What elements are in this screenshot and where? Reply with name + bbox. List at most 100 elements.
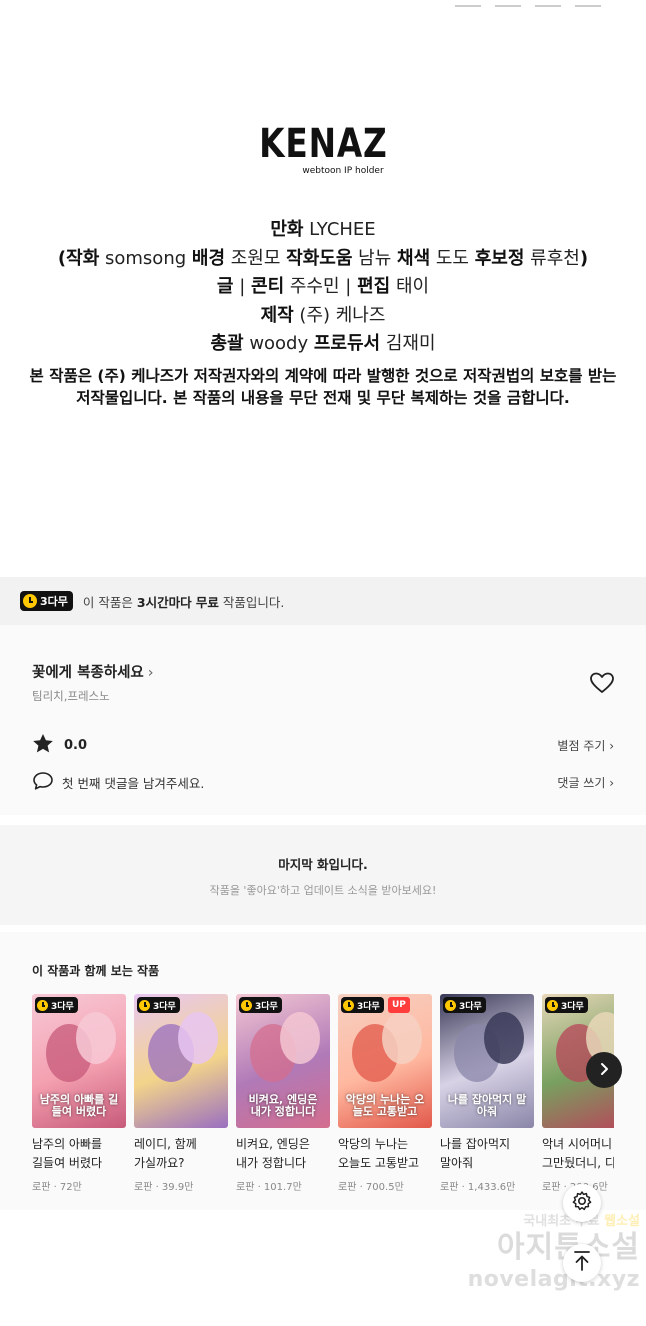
recommendation-card[interactable]: 3다무악녀 시어머니 그만뒀더니, 디로판 · 200.6만 — [542, 994, 614, 1193]
credit-value: 조원모 — [230, 247, 281, 269]
credit-label: 편집 — [357, 276, 391, 297]
recommendation-card[interactable]: 3다무 레이디, 함께 가실까요? 로판 · 39.9만 — [134, 994, 228, 1193]
credit-line-production: 제작 (주) 케나즈 — [0, 302, 646, 331]
clock-icon — [23, 594, 37, 608]
recommendation-title[interactable]: 나를 잡아먹지 말아줘 — [440, 1135, 534, 1173]
credit-label: 만화 — [270, 219, 304, 240]
recommendation-meta: 로판 · 72만 — [32, 1182, 82, 1193]
series-title: 꽃에게 복종하세요 — [32, 665, 144, 681]
credit-line-story: 글 | 콘티 주수민 | 편집 태이 — [0, 273, 646, 302]
clock-icon — [241, 999, 252, 1011]
credit-label: 작화 — [66, 247, 100, 269]
recommendation-title[interactable]: 레이디, 함께 가실까요? — [134, 1135, 228, 1173]
free-info-bold: 3시간마다 무료 — [136, 594, 219, 610]
free-badge-label: 3다무 — [40, 595, 68, 608]
rate-button[interactable]: 별점 주기 › — [557, 737, 614, 754]
credit-label: 후보정 — [474, 247, 525, 269]
recommendation-card[interactable]: 3다무 비켜요, 엔딩은 내가 정합니다 비켜요, 엔딩은 내가 정합니다 로판 · … — [236, 994, 330, 1193]
recommendation-title[interactable]: 악녀 시어머니 그만뒀더니, 디 — [542, 1135, 614, 1173]
recommendation-meta: 로판 · 700.5만 — [338, 1182, 404, 1193]
last-episode-subtitle: 작품을 '좋아요'하고 업데이트 소식을 받아보세요! — [209, 884, 437, 897]
credit-line-manhwa: 만화 LYCHEE — [0, 216, 646, 245]
free-badge: 3다무 — [137, 997, 180, 1013]
comment-prompt: 첫 번째 댓글을 남겨주세요. — [62, 775, 205, 791]
clock-icon — [343, 999, 354, 1011]
free-badge-label: 3다무 — [357, 1001, 380, 1012]
clock-icon — [37, 999, 48, 1011]
clock-icon — [445, 999, 456, 1011]
free-info-pre: 이 작품은 — [82, 594, 133, 610]
watermark-line2: 아지툰소설 — [497, 1230, 640, 1265]
credit-paren: ( — [57, 247, 67, 269]
recommendation-title[interactable]: 악당의 누나는 오늘도 고통받고 — [338, 1135, 432, 1173]
recommendations-section: 이 작품과 함께 보는 작품 3다무 남주의 아빠를 길들여 버렸다 남주의 아빠를… — [0, 932, 646, 1210]
chevron-right-icon — [597, 1061, 611, 1080]
free-badge: 3다무 — [239, 997, 282, 1013]
cover-art-figure — [178, 1012, 218, 1064]
heart-icon[interactable] — [589, 671, 615, 695]
free-badge-label: 3다무 — [255, 1001, 278, 1012]
recommendation-card[interactable]: 3다무 UP 악당의 누나는 오늘도 고통받고악당의 누나는 오늘도 고통받고로판 … — [338, 994, 432, 1193]
site-watermark: 국내최초 무료 웹소설 아지툰소설 novelagit.xyz — [440, 1210, 640, 1293]
write-comment-button[interactable]: 댓글 쓰기 › — [557, 774, 614, 791]
free-badge: 3다무 — [545, 997, 588, 1013]
scroll-to-top-button[interactable] — [563, 1244, 601, 1282]
free-badge: 3다무 — [20, 591, 73, 611]
credit-label: 배경 — [191, 247, 226, 269]
arrow-up-icon — [572, 1250, 592, 1276]
credit-value: 태이 — [395, 276, 430, 297]
credit-label: 콘티 — [251, 276, 285, 297]
last-episode-title: 마지막 화입니다. — [278, 857, 368, 872]
settings-button[interactable] — [563, 1184, 601, 1222]
free-badge: 3다무 — [35, 997, 78, 1013]
free-badge-label: 3다무 — [561, 1001, 584, 1012]
recommendations-heading: 이 작품과 함께 보는 작품 — [32, 964, 160, 978]
cover-art-figure — [76, 1012, 116, 1064]
cover-thumbnail[interactable]: 3다무 나를 잡아먹지 말아줘 — [440, 994, 534, 1128]
cover-thumbnail[interactable]: 3다무 UP 악당의 누나는 오늘도 고통받고 — [338, 994, 432, 1128]
recommendation-card[interactable]: 3다무 남주의 아빠를 길들여 버렸다 남주의 아빠를 길들여 버렸다 로판 · 72… — [32, 994, 126, 1193]
credit-line-art: (작화 somsong 배경 조원모 작화도움 남뉴 채색 도도 후보정 류후천… — [0, 245, 646, 274]
cover-art-figure — [280, 1012, 320, 1064]
credit-value: 도도 — [435, 247, 469, 269]
credit-value: 김재미 — [385, 333, 436, 354]
watermark-text: 웹소설 — [604, 1214, 640, 1229]
series-title-link[interactable]: 꽃에게 복종하세요 › — [32, 661, 154, 682]
copyright-notice: 본 작품은 (주) 케나즈가 저작권자와의 계약에 따라 발행한 것으로 저작권… — [29, 366, 617, 407]
credit-label: 글 — [216, 276, 234, 297]
credit-label: 채색 — [397, 247, 431, 269]
recommendations-carousel: 3다무 남주의 아빠를 길들여 버렸다 남주의 아빠를 길들여 버렸다 로판 · 72… — [32, 994, 614, 1194]
cover-title-art: 남주의 아빠를 길들여 버렸다 — [39, 1093, 119, 1118]
publisher-logo: KENAZ webtoon IP holder — [0, 124, 646, 176]
credit-value: somsong — [105, 247, 187, 269]
credit-label: 프로듀서 — [313, 333, 381, 354]
chevron-right-icon: › — [147, 665, 154, 681]
star-icon — [32, 733, 54, 757]
cover-thumbnail[interactable]: 3다무 — [134, 994, 228, 1128]
clock-icon — [139, 999, 150, 1011]
watermark-line3: novelagit.xyz — [467, 1267, 640, 1292]
credit-separator: | — [345, 276, 352, 297]
comment-bubble-icon — [32, 771, 54, 794]
credits-block: 만화 LYCHEE (작화 somsong 배경 조원모 작화도움 남뉴 채색 … — [0, 216, 646, 409]
recommendation-card[interactable]: 3다무 나를 잡아먹지 말아줘나를 잡아먹지 말아줘로판 · 1,433.6만 — [440, 994, 534, 1193]
carousel-next-button[interactable] — [586, 1052, 622, 1088]
free-info-text: 이 작품은 3시간마다 무료 작품입니다. — [83, 592, 285, 611]
free-badge: 3다무 — [341, 997, 384, 1013]
credit-value: 류후천 — [530, 247, 580, 269]
recommendation-title[interactable]: 남주의 아빠를 길들여 버렸다 — [32, 1135, 126, 1173]
credit-value: (주) 케나즈 — [299, 304, 386, 326]
cover-thumbnail[interactable]: 3다무 비켜요, 엔딩은 내가 정합니다 — [236, 994, 330, 1128]
credit-label: 작화도움 — [286, 247, 353, 269]
credit-label: 총괄 — [210, 333, 244, 354]
recommendation-meta: 로판 · 1,433.6만 — [440, 1182, 516, 1193]
credit-value: 남뉴 — [358, 247, 392, 269]
logo-wordmark: KENAZ — [258, 121, 388, 167]
cover-art-figure — [484, 1012, 524, 1064]
free-badge-label: 3다무 — [153, 1001, 176, 1012]
credit-value: LYCHEE — [309, 219, 376, 240]
recommendation-title[interactable]: 비켜요, 엔딩은 내가 정합니다 — [236, 1135, 330, 1173]
cover-thumbnail[interactable]: 3다무남주의 아빠를 길들여 버렸다 — [32, 994, 126, 1128]
credit-label: 제작 — [260, 304, 294, 326]
credit-paren: ) — [579, 247, 589, 269]
